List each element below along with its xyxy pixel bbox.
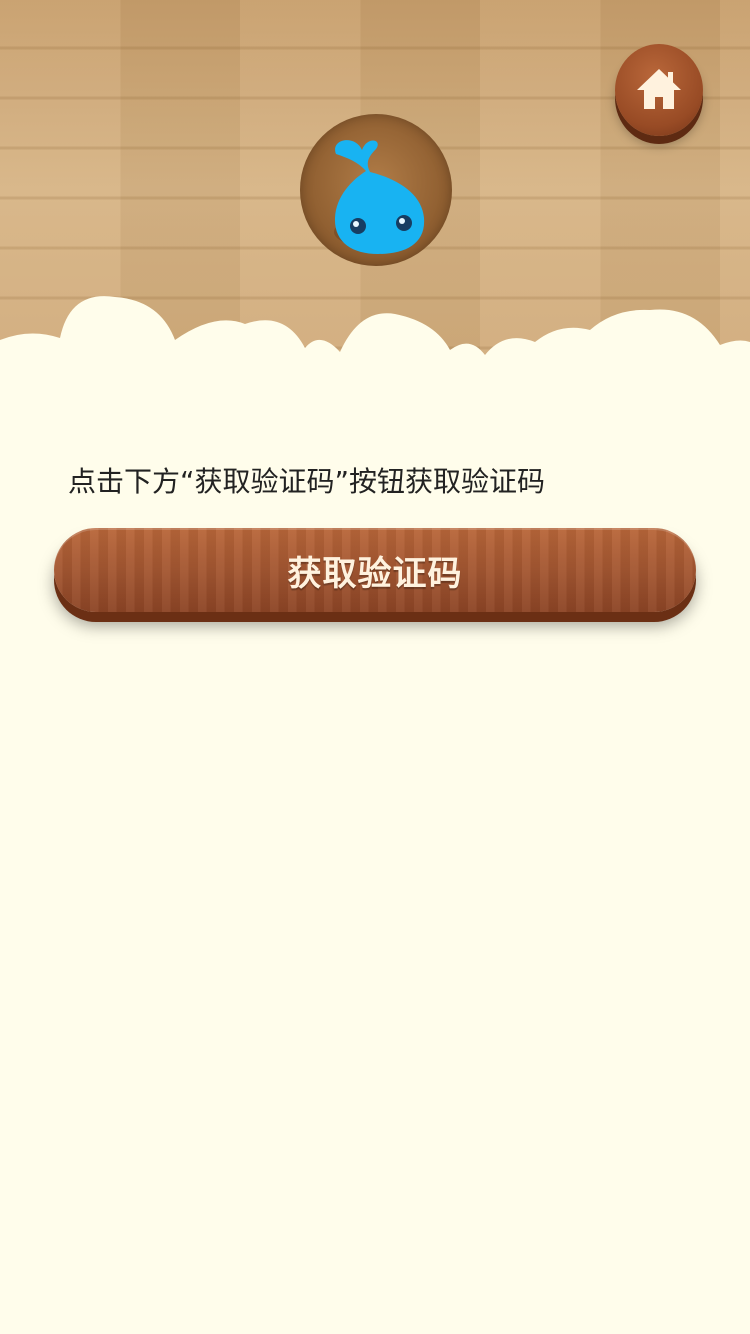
get-verification-code-label: 获取验证码 xyxy=(287,553,463,594)
cloud-divider xyxy=(0,296,750,430)
home-icon xyxy=(637,69,681,109)
instruction-text: 点击下方“获取验证码”按钮获取验证码 xyxy=(68,465,546,498)
water-drop-mascot-icon xyxy=(334,140,425,254)
home-button[interactable] xyxy=(615,44,703,136)
get-verification-code-button[interactable]: 获取验证码 xyxy=(54,528,696,612)
app-logo xyxy=(300,114,452,266)
